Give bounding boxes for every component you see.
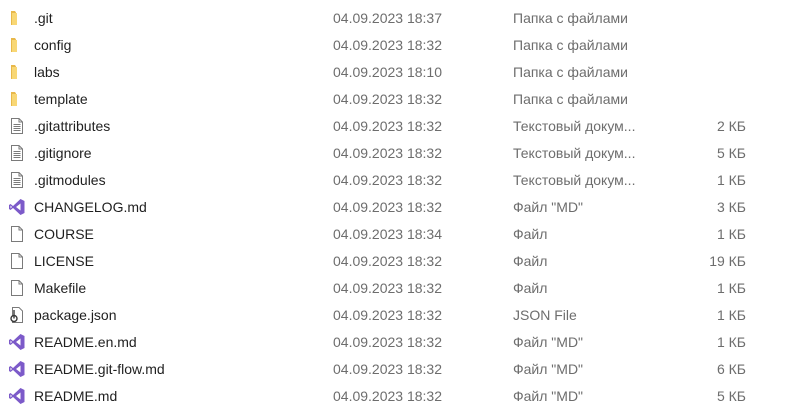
file-size: 2 КБ: [716, 118, 746, 134]
file-date-modified: 04.09.2023 18:32: [333, 172, 442, 188]
file-type: Папка с файлами: [513, 91, 628, 107]
file-date-modified: 04.09.2023 18:32: [333, 388, 442, 404]
file-row[interactable]: README.git-flow.md 04.09.2023 18:32 Файл "…: [0, 356, 796, 383]
file-size: 5 КБ: [716, 145, 746, 161]
file-date-modified: 04.09.2023 18:32: [333, 334, 442, 350]
file-name: README.git-flow.md: [34, 361, 165, 377]
file-type: Файл: [513, 226, 548, 242]
text-file-icon: [8, 144, 26, 162]
file-name: Makefile: [34, 280, 87, 296]
file-type: Текстовый докум...: [513, 118, 636, 134]
file-type: Файл "MD": [513, 199, 584, 215]
file-type: Файл "MD": [513, 388, 584, 404]
file-type: Файл: [513, 253, 548, 269]
file-row[interactable]: CHANGELOG.md 04.09.2023 18:32 Файл "MD" 3 К…: [0, 194, 796, 221]
file-name: template: [34, 91, 88, 107]
file-size: 6 КБ: [716, 361, 746, 377]
file-row[interactable]: README.en.md 04.09.2023 18:32 Файл "MD" 1 К…: [0, 329, 796, 356]
folder-icon: [8, 90, 26, 108]
file-row[interactable]: package.json 04.09.2023 18:32 JSON File 1 К…: [0, 302, 796, 329]
file-size: 1 КБ: [716, 307, 746, 323]
file-name: labs: [34, 64, 60, 80]
file-row[interactable]: Makefile 04.09.2023 18:32 Файл 1 КБ: [0, 275, 796, 302]
file-size: 5 КБ: [716, 388, 746, 404]
file-date-modified: 04.09.2023 18:32: [333, 199, 442, 215]
file-date-modified: 04.09.2023 18:10: [333, 64, 442, 80]
blank-file-icon: [8, 252, 26, 270]
file-type: Текстовый докум...: [513, 172, 636, 188]
file-row[interactable]: labs 04.09.2023 18:10 Папка с файлами: [0, 59, 796, 86]
file-row[interactable]: .gitmodules 04.09.2023 18:32 Текстовый док…: [0, 167, 796, 194]
file-row[interactable]: .git 04.09.2023 18:37 Папка с файлами: [0, 5, 796, 32]
file-name: config: [34, 37, 72, 53]
file-name: README.md: [34, 388, 118, 404]
file-row[interactable]: config 04.09.2023 18:32 Папка с файлами: [0, 32, 796, 59]
file-date-modified: 04.09.2023 18:32: [333, 361, 442, 377]
file-row[interactable]: template 04.09.2023 18:32 Папка с файлами: [0, 86, 796, 113]
file-date-modified: 04.09.2023 18:32: [333, 280, 442, 296]
file-size: 1 КБ: [716, 334, 746, 350]
file-row[interactable]: README.md 04.09.2023 18:32 Файл "MD" 5 КБ: [0, 383, 796, 410]
file-size: 3 КБ: [716, 199, 746, 215]
file-date-modified: 04.09.2023 18:34: [333, 226, 442, 242]
file-size: 1 КБ: [716, 226, 746, 242]
file-name: .git: [34, 10, 53, 26]
visual-studio-file-icon: [8, 198, 26, 216]
file-date-modified: 04.09.2023 18:32: [333, 145, 442, 161]
file-date-modified: 04.09.2023 18:32: [333, 307, 442, 323]
text-file-icon: [8, 117, 26, 135]
file-list: .git 04.09.2023 18:37 Папка с файлами conf…: [0, 0, 796, 418]
file-name: CHANGELOG.md: [34, 199, 147, 215]
json-file-icon: [8, 306, 26, 324]
file-type: Текстовый докум...: [513, 145, 636, 161]
visual-studio-file-icon: [8, 387, 26, 405]
file-type: Файл: [513, 280, 548, 296]
file-name: README.en.md: [34, 334, 137, 350]
file-type: Файл "MD": [513, 361, 584, 377]
file-type: JSON File: [513, 307, 577, 323]
file-size: 1 КБ: [716, 172, 746, 188]
file-date-modified: 04.09.2023 18:32: [333, 253, 442, 269]
file-row[interactable]: COURSE 04.09.2023 18:34 Файл 1 КБ: [0, 221, 796, 248]
file-row[interactable]: LICENSE 04.09.2023 18:32 Файл 19 КБ: [0, 248, 796, 275]
visual-studio-file-icon: [8, 333, 26, 351]
file-type: Папка с файлами: [513, 37, 628, 53]
folder-icon: [8, 36, 26, 54]
blank-file-icon: [8, 225, 26, 243]
file-name: package.json: [34, 307, 117, 323]
file-row[interactable]: .gitignore 04.09.2023 18:32 Текстовый доку…: [0, 140, 796, 167]
folder-icon: [8, 9, 26, 27]
file-name: .gitmodules: [34, 172, 106, 188]
file-date-modified: 04.09.2023 18:32: [333, 118, 442, 134]
visual-studio-file-icon: [8, 360, 26, 378]
folder-icon: [8, 63, 26, 81]
blank-file-icon: [8, 279, 26, 297]
file-size: 19 КБ: [709, 253, 746, 269]
file-type: Папка с файлами: [513, 10, 628, 26]
file-type: Файл "MD": [513, 334, 584, 350]
file-name: COURSE: [34, 226, 94, 242]
file-name: .gitattributes: [34, 118, 111, 134]
file-date-modified: 04.09.2023 18:32: [333, 91, 442, 107]
file-row[interactable]: .gitattributes 04.09.2023 18:32 Текстовый …: [0, 113, 796, 140]
file-date-modified: 04.09.2023 18:32: [333, 37, 442, 53]
file-name: LICENSE: [34, 253, 94, 269]
file-size: 1 КБ: [716, 280, 746, 296]
file-date-modified: 04.09.2023 18:37: [333, 10, 442, 26]
file-type: Папка с файлами: [513, 64, 628, 80]
file-name: .gitignore: [34, 145, 92, 161]
text-file-icon: [8, 171, 26, 189]
